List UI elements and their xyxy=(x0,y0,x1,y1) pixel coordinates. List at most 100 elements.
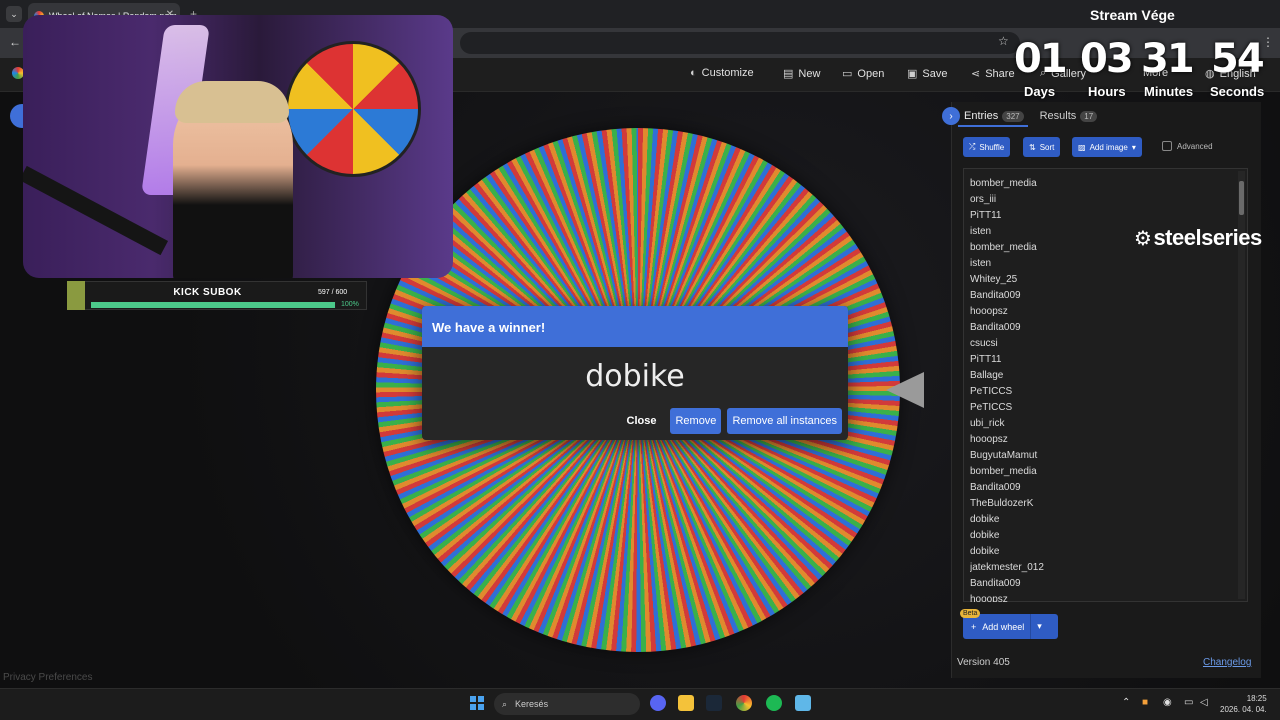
sub-goal-progress-fill xyxy=(91,302,335,308)
save-button[interactable]: ▣ Save xyxy=(907,67,948,81)
chevron-down-icon: ▾ xyxy=(1131,142,1136,152)
customize-button[interactable]: ◐ Customize xyxy=(690,67,754,79)
entry-item: TheBuldozerK xyxy=(970,498,1034,509)
tab-results-label: Results xyxy=(1039,110,1077,122)
changelog-link[interactable]: Changelog xyxy=(1203,657,1251,668)
entry-item: ors_iii xyxy=(970,194,997,205)
save-label: Save xyxy=(922,67,948,80)
windows-taskbar xyxy=(0,688,1280,720)
notepad-icon[interactable] xyxy=(795,695,811,711)
entry-item: hooopsz xyxy=(970,434,1008,445)
winner-name: dobike xyxy=(585,359,685,394)
sub-goal-progress-track xyxy=(91,302,336,308)
advanced-label: Advanced xyxy=(1177,141,1213,151)
entry-item: Bandita009 xyxy=(970,290,1021,301)
taskbar-search[interactable]: ⌕ Keresés xyxy=(494,693,640,715)
open-button[interactable]: ▭ Open xyxy=(842,67,884,81)
background-wheel xyxy=(285,41,421,177)
countdown-seconds-label: Seconds xyxy=(1210,84,1265,99)
shuffle-icon: ⤮ xyxy=(969,142,976,151)
steam-icon[interactable] xyxy=(706,695,722,711)
clock-time: 18:25 xyxy=(1246,694,1267,703)
scrollbar-thumb[interactable] xyxy=(1239,181,1244,215)
tab-results[interactable]: Results 17 xyxy=(1040,110,1098,122)
tray-chevron-icon[interactable]: ⌃ xyxy=(1122,697,1130,708)
new-file-icon: ▤ xyxy=(783,68,794,80)
start-button[interactable] xyxy=(470,696,484,710)
shuffle-button[interactable]: ⤮ Shuffle xyxy=(963,137,1011,157)
network-icon[interactable]: ▭ xyxy=(1184,697,1193,708)
countdown-minutes: 31 xyxy=(1141,36,1195,82)
countdown-hours-label: Hours xyxy=(1088,84,1126,99)
collapse-panel-icon[interactable]: › xyxy=(942,107,960,125)
image-icon: ▨ xyxy=(1078,142,1086,152)
remove-button[interactable]: Remove xyxy=(670,408,722,434)
countdown-days-label: Days xyxy=(1024,84,1056,99)
sub-goal-accent xyxy=(67,281,85,310)
streamer-hair xyxy=(175,81,289,123)
add-wheel-label: Add wheel xyxy=(982,621,1025,632)
countdown-days: 01 xyxy=(1014,36,1068,82)
shuffle-label: Shuffle xyxy=(979,142,1005,152)
entry-item: dobike xyxy=(970,530,1000,541)
search-icon: ⌕ xyxy=(502,698,508,709)
countdown-hours: 03 xyxy=(1080,36,1134,82)
taskbar-clock[interactable]: 18:25 2026. 04. 04. xyxy=(1220,693,1267,715)
entry-item: Ballage xyxy=(970,370,1004,381)
entry-item: Whitey_25 xyxy=(970,274,1018,285)
tray-discord-icon[interactable]: ◉ xyxy=(1163,697,1172,708)
new-button[interactable]: ▤ New xyxy=(783,67,820,81)
entry-item: PiTT11 xyxy=(970,354,1002,365)
entries-count-badge: 327 xyxy=(1002,110,1024,122)
active-tab-indicator xyxy=(958,125,1028,127)
volume-icon[interactable]: ◁ xyxy=(1200,697,1208,708)
privacy-preferences-link[interactable]: Privacy Preferences xyxy=(3,672,92,683)
countdown-minutes-label: Minutes xyxy=(1144,84,1194,99)
entry-item: PeTICCS xyxy=(970,386,1013,397)
remove-all-instances-button[interactable]: Remove all instances xyxy=(727,408,842,434)
advanced-toggle[interactable]: Advanced xyxy=(1162,141,1213,151)
entry-item: hooopsz xyxy=(970,594,1008,602)
entry-item: BugyutaMamut xyxy=(970,450,1038,461)
folder-icon: ▭ xyxy=(842,68,853,80)
add-wheel-button[interactable]: + Add wheel ▾ xyxy=(963,614,1058,639)
browser-menu-icon[interactable]: ⋮ xyxy=(1262,35,1274,49)
customize-label: Customize xyxy=(701,67,754,79)
address-bar[interactable] xyxy=(460,32,1020,54)
entry-item: jatekmester_012 xyxy=(970,562,1044,573)
discord-icon[interactable] xyxy=(650,695,666,711)
share-button[interactable]: ⋖ Share xyxy=(971,67,1015,81)
close-button[interactable]: Close xyxy=(619,409,665,433)
tray-app-icon[interactable]: ■ xyxy=(1142,697,1148,708)
webcam-overlay xyxy=(23,15,453,278)
stream-end-title: Stream Vége xyxy=(1090,7,1175,23)
share-icon: ⋖ xyxy=(971,68,981,80)
add-wheel-dropdown-icon[interactable]: ▾ xyxy=(1031,621,1048,632)
clock-date: 2026. 04. 04. xyxy=(1220,705,1267,714)
winner-dialog-title: We have a winner! xyxy=(422,306,848,347)
entry-item: dobike xyxy=(970,514,1000,525)
entry-item: Bandita009 xyxy=(970,322,1021,333)
entry-item: Bandita009 xyxy=(970,578,1021,589)
plus-icon: + xyxy=(971,621,977,632)
tab-entries[interactable]: Entries 327 xyxy=(964,110,1024,122)
sub-goal-title: KICK SUBOK xyxy=(173,287,242,298)
taskbar-search-label: Keresés xyxy=(515,699,549,709)
entry-item: Bandita009 xyxy=(970,482,1021,493)
back-arrow-icon[interactable]: ← xyxy=(9,35,21,49)
spotify-icon[interactable] xyxy=(766,695,782,711)
sort-button[interactable]: ⇅ Sort xyxy=(1023,137,1061,157)
entry-item: isten xyxy=(970,258,992,269)
advanced-checkbox[interactable] xyxy=(1162,141,1172,151)
entry-item: bomber_media xyxy=(970,178,1037,189)
bookmark-star-icon[interactable]: ☆ xyxy=(998,34,1009,48)
entry-item: ubi_rick xyxy=(970,418,1005,429)
sponsor-logo: ⚙ steelseries xyxy=(1134,225,1262,251)
add-image-button[interactable]: ▨ Add image ▾ xyxy=(1072,137,1142,157)
sort-label: Sort xyxy=(1039,142,1055,152)
tab-search-icon[interactable]: ⌄ xyxy=(6,6,22,22)
entry-item: hooopsz xyxy=(970,306,1008,317)
entry-item: csucsi xyxy=(970,338,998,349)
file-explorer-icon[interactable] xyxy=(678,695,694,711)
chrome-icon[interactable] xyxy=(736,695,752,711)
